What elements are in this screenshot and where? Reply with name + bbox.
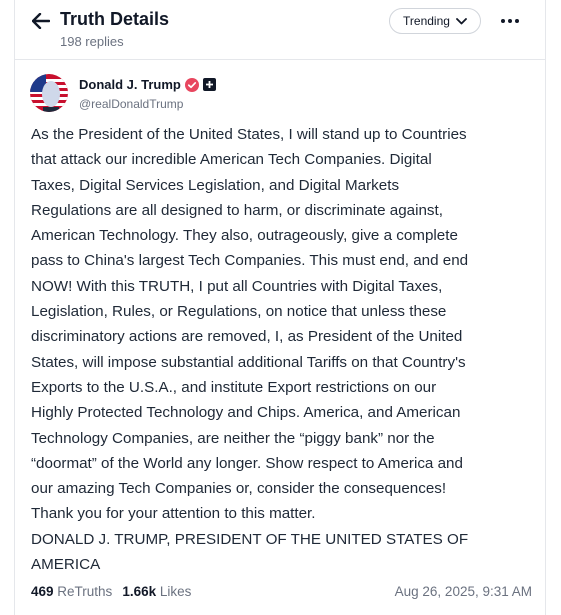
- author-name-text: Donald J. Trump: [79, 77, 181, 92]
- retruths-count: 469: [31, 584, 54, 599]
- post-timestamp: Aug 26, 2025, 9:31 AM: [394, 584, 532, 599]
- more-options-button[interactable]: [496, 10, 524, 32]
- back-button[interactable]: [28, 8, 54, 34]
- verified-badge-icon: [184, 77, 199, 92]
- post-stats: 469 ReTruths 1.66k Likes: [31, 584, 191, 599]
- reply-count: 198 replies: [60, 34, 124, 49]
- retruths-stat[interactable]: 469 ReTruths: [31, 584, 112, 599]
- plus-badge-icon: [202, 78, 216, 91]
- page-header: Truth Details 198 replies Trending: [0, 0, 561, 60]
- likes-count: 1.66k: [122, 584, 157, 599]
- retruths-label: ReTruths: [57, 584, 113, 599]
- page-title: Truth Details: [60, 9, 170, 29]
- chevron-down-icon: [456, 17, 467, 24]
- sort-label: Trending: [403, 14, 450, 28]
- sort-dropdown[interactable]: Trending: [389, 8, 481, 34]
- more-dots-icon: [501, 19, 519, 23]
- arrow-left-icon: [32, 13, 50, 29]
- author-handle[interactable]: @realDonaldTrump: [79, 97, 183, 111]
- author-name[interactable]: Donald J. Trump: [79, 77, 216, 92]
- likes-label: Likes: [159, 584, 192, 599]
- likes-stat[interactable]: 1.66k Likes: [122, 584, 191, 599]
- post-body: As the President of the United States, I…: [31, 126, 469, 574]
- avatar[interactable]: [30, 74, 68, 112]
- header-divider: [15, 59, 545, 60]
